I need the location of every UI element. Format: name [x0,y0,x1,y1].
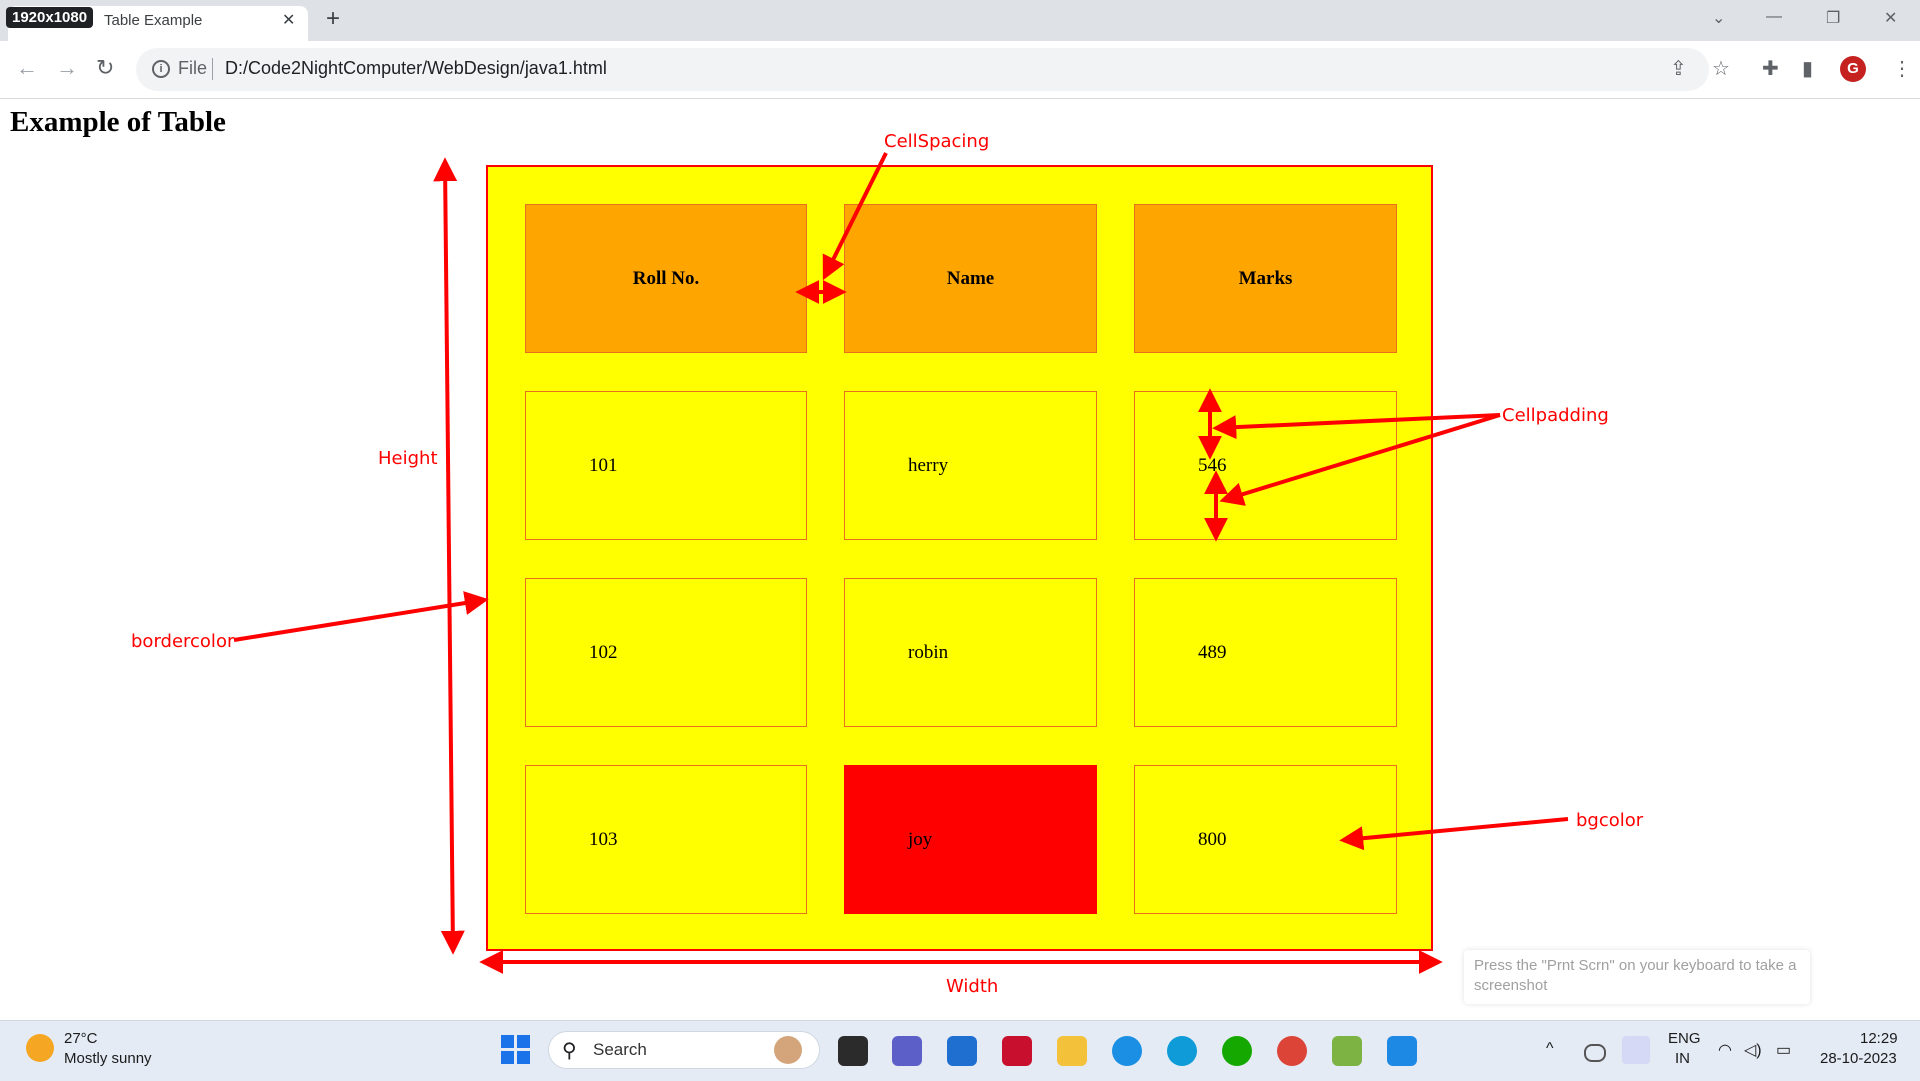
forward-button[interactable]: → [56,55,78,81]
site-info-icon[interactable]: i [152,60,170,78]
side-panel-icon[interactable]: ▮ [1802,56,1813,81]
close-window-button[interactable]: ✕ [1884,8,1897,28]
table-cell: robin [844,578,1097,727]
language-indicator-line1[interactable]: ENG [1668,1030,1701,1047]
cell-text: 800 [1198,828,1227,850]
height-arrow [433,157,465,955]
page-title: Example of Table [10,106,226,138]
restore-button[interactable]: ❐ [1826,8,1840,28]
start-windows-icon[interactable] [501,1035,531,1065]
table-header-cell: Marks [1134,204,1397,353]
language-indicator-line2[interactable]: IN [1675,1050,1690,1067]
extensions-icon[interactable]: ✚ [1762,56,1779,81]
onedrive-icon[interactable] [1584,1044,1606,1062]
weather-temperature[interactable]: 27°C [64,1030,98,1047]
microsoft-store-icon[interactable] [947,1036,977,1066]
back-button[interactable]: ← [16,55,38,81]
search-highlight-icon [774,1036,802,1064]
file-scheme-label: File [178,58,208,78]
data-table: Roll No. Name Marks 101 herry 546 102 ro… [486,165,1433,951]
bordercolor-label: bordercolor [131,631,235,652]
table-cell: 489 [1134,578,1397,727]
chrome-browser-icon[interactable] [1277,1036,1307,1066]
tab-search-icon[interactable]: ⌄ [1712,8,1725,28]
header-label: Marks [1238,267,1293,289]
reload-button[interactable]: ↻ [96,55,114,81]
profile-avatar[interactable]: G [1840,56,1866,82]
bordercolor-arrow [233,591,489,642]
file-explorer-icon[interactable] [1057,1036,1087,1066]
teams-chat-icon[interactable] [892,1036,922,1066]
new-tab-button[interactable]: + [326,5,340,33]
minimize-button[interactable]: — [1766,8,1782,26]
search-icon: ⚲ [562,1040,577,1062]
paint-icon[interactable] [1332,1036,1362,1066]
url-separator [212,58,213,80]
show-hidden-icons[interactable]: ^ [1546,1040,1554,1058]
header-label: Roll No. [632,267,700,289]
table-header-cell: Roll No. [525,204,807,353]
cell-text: 489 [1198,641,1227,663]
share-icon[interactable]: ⇪ [1670,56,1687,81]
cellspacing-label: CellSpacing [884,131,990,152]
tab-close-icon[interactable]: ✕ [282,10,295,30]
cell-text: 103 [589,828,618,850]
help-icon[interactable] [1112,1036,1142,1066]
table-cell: 102 [525,578,807,727]
cell-text: joy [908,828,933,850]
height-label: Height [378,448,438,469]
screenshot-toast: Press the "Prnt Scrn" on your keyboard t… [1464,950,1810,1004]
volume-icon[interactable]: ◁) [1744,1040,1762,1060]
table-cell: 546 [1134,391,1397,540]
cell-text: 101 [589,454,618,476]
table-cell: 103 [525,765,807,914]
upwork-icon[interactable] [1222,1036,1252,1066]
cell-text: robin [908,641,949,663]
tab-title: Table Example [104,12,203,29]
table-cell: 101 [525,391,807,540]
table-cell-highlighted: joy [844,765,1097,914]
taskbar-search-placeholder: Search [593,1040,647,1059]
battery-icon[interactable]: ▭ [1776,1040,1791,1060]
table-header-cell: Name [844,204,1097,353]
clock-time[interactable]: 12:29 [1860,1030,1898,1047]
clock-date[interactable]: 28-10-2023 [1820,1050,1897,1067]
cell-text: 102 [589,641,618,663]
pen-tool-icon[interactable] [1622,1036,1650,1064]
weather-sun-icon[interactable] [26,1034,54,1062]
weather-description[interactable]: Mostly sunny [64,1050,152,1067]
wifi-icon[interactable]: ◠ [1718,1040,1732,1060]
bgcolor-label: bgcolor [1576,810,1644,831]
table-cell: 800 [1134,765,1397,914]
cell-text: herry [908,454,949,476]
photos-icon[interactable] [1387,1036,1417,1066]
cell-text: 546 [1198,454,1227,476]
task-view-icon[interactable] [838,1036,868,1066]
cellpadding-label: Cellpadding [1502,405,1609,426]
url-text[interactable]: D:/Code2NightComputer/WebDesign/java1.ht… [225,58,607,79]
header-label: Name [946,267,995,289]
width-label: Width [946,976,999,997]
table-cell: herry [844,391,1097,540]
edge-browser-icon[interactable] [1167,1036,1197,1066]
browser-menu-icon[interactable]: ⋮ [1892,56,1912,81]
dimension-badge: 1920x1080 [6,7,94,28]
bookmark-star-icon[interactable]: ☆ [1712,56,1730,81]
mcafee-icon[interactable] [1002,1036,1032,1066]
